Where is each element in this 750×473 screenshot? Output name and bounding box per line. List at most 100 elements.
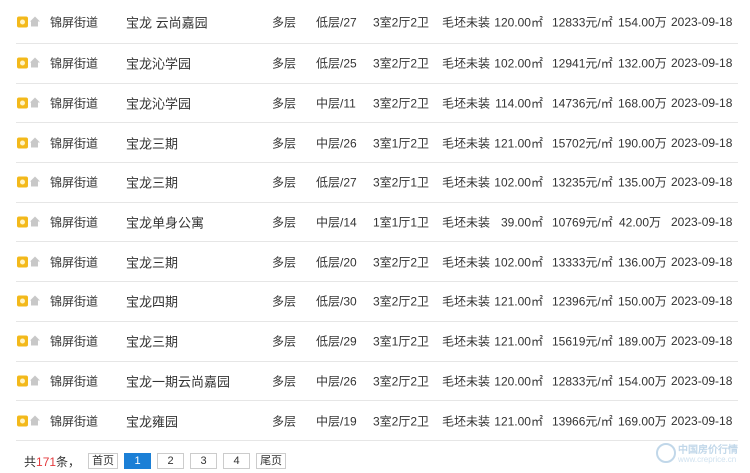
- layout-cell: 3室2厅2卫: [373, 15, 430, 29]
- table-row[interactable]: 锦屏街道 宝龙三期 多层 低层/29 3室1厅2卫 毛坯未装 121.00㎡ 15619元/㎡…: [16, 322, 738, 362]
- street-cell: 锦屏街道: [50, 215, 99, 230]
- street-cell: 锦屏街道: [50, 255, 99, 270]
- table-row[interactable]: 锦屏街道 宝龙 云尚嘉园 多层 低层/27 3室2厅2卫 毛坯未装 120.00㎡ 12833…: [16, 0, 738, 44]
- house-icon[interactable]: [29, 216, 40, 228]
- house-icon[interactable]: [29, 295, 40, 307]
- area-cell: 121.00㎡: [494, 414, 543, 429]
- table-row[interactable]: 锦屏街道 宝龙雍园 多层 中层/19 3室2厅2卫 毛坯未装 121.00㎡ 13966元/㎡…: [16, 401, 738, 441]
- area-cell: 120.00㎡: [494, 374, 543, 389]
- building-type-cell: 多层: [272, 136, 297, 151]
- unit-price-cell: 12941元/㎡: [552, 56, 613, 71]
- table-row[interactable]: 锦屏街道 宝龙单身公寓 多层 中层/14 1室1厅1卫 毛坯未装 39.00㎡ 10769元/…: [16, 203, 738, 243]
- layout-cell: 1室1厅1卫: [373, 215, 430, 230]
- row-icons: [17, 137, 40, 149]
- community-name-link[interactable]: 宝龙三期: [126, 133, 178, 152]
- community-name-link[interactable]: 宝龙雍园: [126, 411, 178, 430]
- community-name-link[interactable]: 宝龙 云尚嘉园: [126, 12, 208, 31]
- photo-icon[interactable]: [17, 137, 28, 149]
- area-cell: 102.00㎡: [494, 175, 543, 190]
- area-cell: 121.00㎡: [494, 294, 543, 309]
- date-cell: 2023-09-18: [671, 373, 733, 388]
- table-row[interactable]: 锦屏街道 宝龙一期云尚嘉园 多层 中层/26 3室2厅2卫 毛坯未装 120.00㎡ 1283…: [16, 362, 738, 402]
- table-row[interactable]: 锦屏街道 宝龙沁学园 多层 中层/11 3室2厅2卫 毛坯未装 114.00㎡ 14736元/…: [16, 84, 738, 124]
- community-name-link[interactable]: 宝龙单身公寓: [126, 213, 204, 232]
- row-icons: [17, 57, 40, 69]
- total-price-cell: 154.00万: [618, 374, 667, 389]
- floor-cell: 中层/26: [316, 136, 357, 151]
- community-name-link[interactable]: 宝龙一期云尚嘉园: [126, 371, 230, 390]
- total-price-cell: 190.00万: [618, 136, 667, 151]
- table-row[interactable]: 锦屏街道 宝龙三期 多层 低层/20 3室2厅2卫 毛坯未装 102.00㎡ 13333元/㎡…: [16, 242, 738, 283]
- table-row[interactable]: 锦屏街道 宝龙三期 多层 中层/26 3室1厅2卫 毛坯未装 121.00㎡ 15702元/㎡…: [16, 123, 738, 164]
- area-cell: 120.00㎡: [494, 15, 543, 29]
- table-row[interactable]: 锦屏街道 宝龙三期 多层 低层/27 3室2厅1卫 毛坯未装 102.00㎡ 13235元/㎡…: [16, 163, 738, 203]
- community-name-link[interactable]: 宝龙沁学园: [126, 94, 191, 113]
- unit-price-cell: 15619元/㎡: [552, 334, 613, 349]
- photo-icon[interactable]: [17, 295, 28, 307]
- row-icons: [17, 335, 40, 347]
- decoration-cell: 毛坯未装: [442, 96, 491, 111]
- area-cell: 121.00㎡: [494, 334, 543, 349]
- last-page-button[interactable]: 尾页: [256, 453, 287, 469]
- unit-price-cell: 15702元/㎡: [552, 136, 613, 151]
- building-type-cell: 多层: [272, 255, 297, 270]
- listing-table: 锦屏街道 宝龙 云尚嘉园 多层 低层/27 3室2厅2卫 毛坯未装 120.00㎡ 12833…: [0, 0, 750, 441]
- photo-icon[interactable]: [17, 16, 28, 27]
- table-row[interactable]: 锦屏街道 宝龙四期 多层 低层/30 3室2厅2卫 毛坯未装 121.00㎡ 12396元/㎡…: [16, 282, 738, 322]
- house-icon[interactable]: [29, 137, 40, 148]
- photo-icon[interactable]: [17, 335, 28, 347]
- photo-icon[interactable]: [17, 375, 28, 387]
- pagination: 共171条， 首页 1 2 3 4 尾页: [24, 453, 292, 469]
- floor-cell: 低层/29: [316, 334, 357, 349]
- layout-cell: 3室2厅2卫: [373, 414, 430, 429]
- community-name-link[interactable]: 宝龙三期: [126, 173, 178, 192]
- area-cell: 39.00㎡: [500, 215, 543, 230]
- street-cell: 锦屏街道: [50, 374, 99, 389]
- page-4-button[interactable]: 4: [223, 453, 251, 469]
- photo-icon[interactable]: [17, 256, 28, 268]
- house-icon[interactable]: [29, 57, 40, 69]
- building-type-cell: 多层: [272, 374, 297, 389]
- floor-cell: 中层/14: [316, 215, 357, 230]
- photo-icon[interactable]: [17, 415, 28, 427]
- page-2-button[interactable]: 2: [157, 453, 185, 469]
- house-icon[interactable]: [29, 176, 40, 188]
- page-3-button[interactable]: 3: [190, 453, 218, 469]
- date-cell: 2023-09-18: [671, 175, 733, 190]
- total-price-cell: 42.00万: [618, 215, 661, 230]
- decoration-cell: 毛坯未装: [442, 334, 491, 349]
- house-icon[interactable]: [29, 256, 40, 267]
- house-icon[interactable]: [29, 335, 40, 347]
- photo-icon[interactable]: [17, 216, 28, 228]
- house-icon[interactable]: [29, 97, 40, 109]
- street-cell: 锦屏街道: [50, 294, 99, 309]
- house-icon[interactable]: [29, 16, 40, 27]
- table-row[interactable]: 锦屏街道 宝龙沁学园 多层 低层/25 3室2厅2卫 毛坯未装 102.00㎡ 12941元/…: [16, 44, 738, 84]
- community-name-link[interactable]: 宝龙三期: [126, 332, 178, 351]
- first-page-button[interactable]: 首页: [88, 453, 119, 469]
- street-cell: 锦屏街道: [50, 15, 99, 29]
- total-price-cell: 154.00万: [618, 15, 667, 29]
- unit-price-cell: 12396元/㎡: [552, 294, 613, 309]
- watermark-url: www.creprice.cn: [678, 455, 737, 464]
- floor-cell: 低层/25: [316, 56, 357, 71]
- community-name-link[interactable]: 宝龙四期: [126, 292, 178, 311]
- street-cell: 锦屏街道: [50, 136, 99, 151]
- community-name-link[interactable]: 宝龙沁学园: [126, 54, 191, 73]
- house-icon[interactable]: [29, 415, 40, 426]
- page-1-button[interactable]: 1: [124, 453, 152, 469]
- decoration-cell: 毛坯未装: [442, 136, 491, 151]
- building-type-cell: 多层: [272, 175, 297, 190]
- unit-price-cell: 13966元/㎡: [552, 414, 613, 429]
- photo-icon[interactable]: [17, 176, 28, 188]
- date-cell: 2023-09-18: [671, 14, 733, 29]
- decoration-cell: 毛坯未装: [442, 15, 491, 29]
- photo-icon[interactable]: [17, 57, 28, 69]
- street-cell: 锦屏街道: [50, 56, 99, 71]
- community-name-link[interactable]: 宝龙三期: [126, 252, 178, 271]
- row-icons: [17, 16, 40, 27]
- house-icon[interactable]: [29, 375, 40, 386]
- unit-price-cell: 12833元/㎡: [552, 15, 613, 29]
- photo-icon[interactable]: [17, 97, 28, 109]
- date-cell: 2023-09-18: [671, 135, 733, 150]
